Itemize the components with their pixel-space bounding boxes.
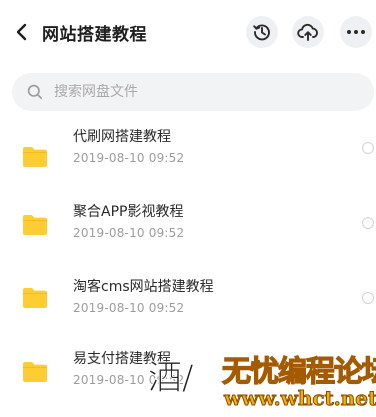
file-date: 2019-08-10 09:52 (73, 301, 185, 315)
history-button[interactable] (246, 16, 278, 48)
folder-icon (23, 288, 47, 308)
search-bar[interactable] (12, 73, 374, 111)
file-name: 聚合APP影视教程 (73, 204, 184, 220)
file-date: 2019-08-10 09:52 (73, 226, 185, 240)
folder-icon (23, 362, 47, 382)
search-icon (27, 83, 45, 101)
folder-icon (23, 215, 47, 235)
select-radio[interactable] (362, 292, 374, 304)
file-date: 2019-08-10 09:52 (73, 151, 185, 165)
folder-icon (23, 147, 47, 167)
header-bar: 网站搭建教程 (0, 12, 376, 52)
file-name: 代刷网搭建教程 (73, 129, 171, 145)
select-radio[interactable] (362, 217, 374, 229)
list-item[interactable]: 代刷网搭建教程 2019-08-10 09:52 (0, 120, 376, 192)
file-name: 淘客cms网站搭建教程 (73, 279, 214, 295)
file-date: 2019-08-10 09:52 (73, 373, 185, 387)
select-radio[interactable] (362, 142, 374, 154)
list-item[interactable]: 易支付搭建教程 2019-08-10 09:52 (0, 342, 376, 414)
cloud-upload-button[interactable] (292, 16, 324, 48)
file-name: 易支付搭建教程 (73, 351, 171, 367)
more-button[interactable] (340, 16, 372, 48)
page-title: 网站搭建教程 (42, 25, 147, 45)
list-item[interactable]: 聚合APP影视教程 2019-08-10 09:52 (0, 195, 376, 267)
cloud-upload-icon (297, 23, 318, 41)
more-icon (347, 30, 365, 34)
history-icon (253, 24, 270, 41)
app-screen: 网站搭建教程 搜索网盘文件 代刷网搭建教程 2019-08-10 09:52 聚… (0, 0, 376, 417)
chevron-left-icon (16, 23, 27, 41)
list-item[interactable]: 淘客cms网站搭建教程 2019-08-10 09:52 (0, 270, 376, 342)
search-input[interactable] (54, 84, 334, 100)
back-button[interactable] (10, 18, 34, 46)
